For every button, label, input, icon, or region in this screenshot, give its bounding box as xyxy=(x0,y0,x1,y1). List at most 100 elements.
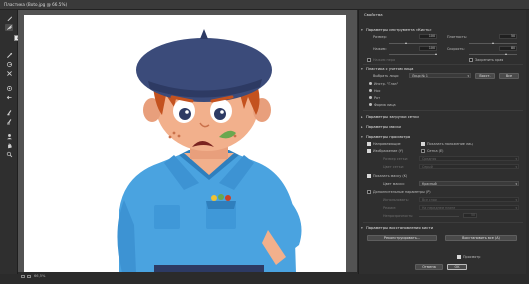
chevron-down-icon: ▾ xyxy=(467,74,469,78)
reconstruct-icon[interactable] xyxy=(5,24,13,31)
hand-icon[interactable] xyxy=(5,142,13,149)
chevron-down-icon: ▾ xyxy=(515,206,517,210)
mode-value: На переднем плане xyxy=(422,205,456,210)
preview-checkbox[interactable] xyxy=(457,255,461,259)
mesh-checkbox[interactable] xyxy=(421,149,425,153)
chevron-down-icon: ▾ xyxy=(515,165,517,169)
reconstruct-button[interactable]: Реконструировать... xyxy=(367,235,437,241)
pressure-slider[interactable] xyxy=(389,54,437,55)
image-preview[interactable] xyxy=(24,15,346,273)
all-faces-button[interactable]: Все xyxy=(499,73,519,79)
select-face-dropdown[interactable]: Лицо № 1 ▾ xyxy=(409,73,471,78)
freeze-mask-icon[interactable] xyxy=(5,109,13,116)
backdrop-checkbox[interactable] xyxy=(367,190,371,194)
brush-options-section[interactable]: ▾ Параметры инструмента «Кисть» xyxy=(361,27,525,33)
face-radio-mouth[interactable] xyxy=(369,96,372,99)
face-radio-face-shape[interactable] xyxy=(369,103,372,106)
bloat-icon[interactable] xyxy=(5,85,13,92)
tools-toolbar xyxy=(0,10,18,274)
density-slider-handle[interactable] xyxy=(492,42,494,44)
rate-slider-handle[interactable] xyxy=(505,53,507,55)
image-label: Изображение (Y) xyxy=(373,149,404,153)
guides-checkbox[interactable] xyxy=(367,142,371,146)
show-mask-checkbox[interactable] xyxy=(367,174,371,178)
pressure-slider-handle[interactable] xyxy=(435,53,437,55)
face-overlay-checkbox[interactable] xyxy=(421,142,425,146)
view-options-section[interactable]: ▾ Параметры просмотра xyxy=(361,134,525,140)
reset-face-button[interactable]: Восст. xyxy=(475,73,495,79)
push-left-icon[interactable] xyxy=(5,94,13,101)
mask-color-dropdown[interactable]: Красный ▾ xyxy=(419,181,519,186)
face-aware-section[interactable]: ▾ Пластика с учетом лица xyxy=(361,66,525,72)
rate-slider[interactable] xyxy=(469,54,517,55)
mesh-color-dropdown[interactable]: Серый ▾ xyxy=(419,164,519,169)
pressure-label: Нажим: xyxy=(373,47,387,51)
stylus-pressure-checkbox[interactable] xyxy=(367,58,371,62)
face-radio-label: Форма лица xyxy=(374,103,396,107)
face-radio-label: Инстр. "Глаз" xyxy=(374,82,399,86)
opacity-slider[interactable] xyxy=(419,216,459,217)
divider xyxy=(363,110,523,111)
smooth-icon[interactable] xyxy=(5,52,13,59)
mode-label: Режим: xyxy=(383,206,397,210)
pin-edges-label: Закрепить края xyxy=(475,58,504,62)
load-mesh-section[interactable]: ▸ Параметры загрузки сетки xyxy=(361,114,525,120)
size-label: Размер: xyxy=(373,35,387,39)
face-tool-icon[interactable] xyxy=(5,133,13,140)
size-slider[interactable] xyxy=(389,43,437,44)
show-mask-label: Показать маску (K) xyxy=(373,174,408,178)
thaw-mask-icon[interactable] xyxy=(5,118,13,125)
face-radio-eyes[interactable] xyxy=(369,82,372,85)
canvas-area[interactable] xyxy=(18,10,357,274)
image-checkbox[interactable] xyxy=(367,149,371,153)
cancel-button[interactable]: Отмена xyxy=(415,264,443,270)
load-mesh-header: Параметры загрузки сетки xyxy=(366,115,419,119)
preview-label: Просмотр xyxy=(463,255,481,259)
mode-dropdown[interactable]: На переднем плане ▾ xyxy=(419,205,519,210)
chevron-down-icon: ▾ xyxy=(515,198,517,202)
size-slider-handle[interactable] xyxy=(405,42,407,44)
brush-options-header: Параметры инструмента «Кисть» xyxy=(366,28,432,32)
divider xyxy=(363,222,523,223)
boy-illustration xyxy=(117,29,302,273)
zoom-in-icon[interactable] xyxy=(27,274,31,278)
face-radio-nose[interactable] xyxy=(369,89,372,92)
ok-button[interactable]: OK xyxy=(447,264,467,270)
statusbar: 66,5% xyxy=(18,272,357,280)
mesh-size-dropdown[interactable]: Средняя ▾ xyxy=(419,156,519,161)
pin-edges-checkbox[interactable] xyxy=(469,58,473,62)
backdrop-label: Дополнительные параметры (P) xyxy=(373,190,431,194)
rate-label: Скорость: xyxy=(447,47,465,51)
face-radio-label: Нос xyxy=(374,89,381,93)
mesh-color-label: Цвет сетки: xyxy=(383,165,405,169)
rate-field[interactable]: 80 xyxy=(499,46,517,51)
opacity-field[interactable]: 50 xyxy=(463,213,477,218)
forward-warp-icon[interactable] xyxy=(5,15,13,22)
density-field[interactable]: 50 xyxy=(499,34,517,39)
guides-label: Направляющие xyxy=(373,142,401,146)
face-aware-header: Пластика с учетом лица xyxy=(366,67,414,71)
properties-tab[interactable]: Свойства xyxy=(361,12,386,17)
zoom-out-icon[interactable] xyxy=(21,274,25,278)
pucker-icon[interactable] xyxy=(5,70,13,77)
properties-panel: Свойства ▾ Параметры инструмента «Кисть»… xyxy=(358,10,526,274)
mesh-size-label: Размер сетки: xyxy=(383,157,409,161)
select-face-value: Лицо № 1 xyxy=(412,73,428,78)
chevron-down-icon: ▾ xyxy=(515,157,517,161)
use-label: Использовать: xyxy=(383,198,409,202)
twirl-icon[interactable] xyxy=(5,61,13,68)
size-field[interactable]: 100 xyxy=(419,34,437,39)
mask-options-header: Параметры маски xyxy=(366,125,401,129)
mask-options-section[interactable]: ▸ Параметры маски xyxy=(361,124,525,130)
pressure-field[interactable]: 100 xyxy=(419,46,437,51)
zoom-icon[interactable] xyxy=(5,151,13,158)
chevron-down-icon: ▾ xyxy=(515,182,517,186)
density-label: Плотность: xyxy=(447,35,468,39)
use-dropdown[interactable]: Все слои ▾ xyxy=(419,197,519,202)
mesh-size-value: Средняя xyxy=(422,156,437,161)
zoom-level[interactable]: 66,5% xyxy=(34,274,45,278)
restore-all-button[interactable]: Восстановить все (A) xyxy=(445,235,517,241)
face-radio-label: Рот xyxy=(374,96,381,100)
reconstruct-section[interactable]: ▾ Параметры восстановления кисти xyxy=(361,225,525,231)
face-overlay-label: Показать наложение лиц xyxy=(427,142,473,146)
